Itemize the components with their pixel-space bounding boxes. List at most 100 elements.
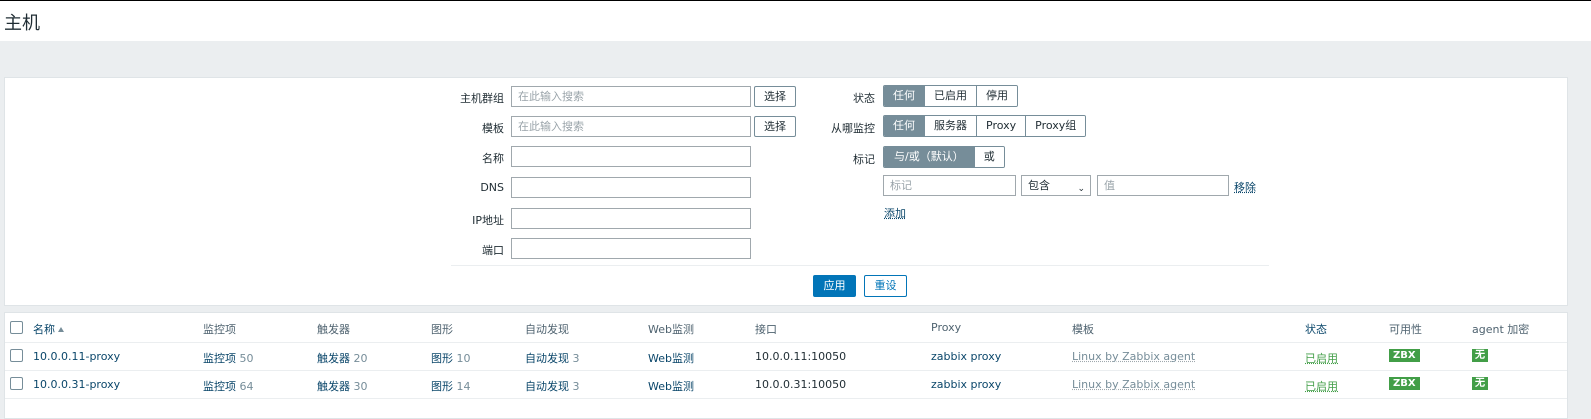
tag-remove-link[interactable]: 移除 — [1234, 179, 1256, 195]
web-link[interactable]: Web监测 — [648, 350, 694, 366]
page-title: 主机 — [4, 13, 40, 34]
filter-panel: 主机群组 在此输入搜索 选择 模板 在此输入搜索 选择 名称 DNS IP地址 … — [4, 77, 1568, 306]
templates-placeholder: 在此输入搜索 — [518, 120, 584, 133]
dns-label: DNS — [480, 181, 504, 194]
header-divider — [5, 342, 1567, 343]
zbx-availability-badge: ZBX — [1389, 377, 1420, 390]
header-name-label: 名称 — [33, 323, 55, 336]
ip-label: IP地址 — [472, 214, 504, 227]
tag-value-input[interactable]: 值 — [1097, 175, 1229, 196]
name-input[interactable] — [511, 146, 751, 167]
tags-label: 标记 — [853, 153, 875, 166]
template-link[interactable]: Linux by Zabbix agent — [1072, 378, 1195, 391]
monitored-by-option-any[interactable]: 任何 — [884, 116, 924, 136]
status-label: 状态 — [853, 92, 875, 105]
tag-name-input[interactable]: 标记 — [883, 175, 1016, 196]
header-status[interactable]: 状态 — [1305, 321, 1327, 337]
interface-value: 10.0.0.31:10050 — [755, 378, 847, 391]
filter-divider — [451, 265, 1269, 266]
status-toggle-link[interactable]: 已启用 — [1305, 350, 1338, 366]
row-divider — [5, 370, 1567, 371]
graphs-count: 14 — [456, 380, 471, 393]
items-link[interactable]: 监控项 64 — [203, 378, 254, 394]
header-name[interactable]: 名称 — [33, 321, 64, 337]
encryption-badge: 无 — [1472, 377, 1488, 390]
status-segmented-control: 任何 已启用 停用 — [883, 85, 1018, 107]
monitored-by-option-server[interactable]: 服务器 — [924, 116, 976, 136]
zbx-availability-badge: ZBX — [1389, 349, 1420, 362]
triggers-count: 20 — [353, 352, 368, 365]
host-groups-placeholder: 在此输入搜索 — [518, 90, 584, 103]
proxy-link[interactable]: zabbix proxy — [931, 350, 1001, 363]
apply-button[interactable]: 应用 — [813, 275, 856, 297]
discovery-count: 3 — [572, 380, 580, 393]
templates-select-button[interactable]: 选择 — [754, 116, 796, 137]
graphs-link-label: 图形 — [431, 380, 453, 393]
graphs-link[interactable]: 图形 10 — [431, 350, 471, 366]
templates-label: 模板 — [482, 122, 504, 135]
tag-operator-value: 包含 — [1028, 179, 1050, 192]
status-toggle-link[interactable]: 已启用 — [1305, 378, 1338, 394]
triggers-link-label: 触发器 — [317, 380, 350, 393]
triggers-count: 30 — [353, 380, 368, 393]
header-web: Web监测 — [648, 323, 694, 336]
select-all-checkbox[interactable] — [10, 321, 23, 334]
hosts-table: 名称 监控项 触发器 图形 自动发现 Web监测 接口 Proxy 模板 状态 … — [4, 312, 1568, 419]
proxy-link[interactable]: zabbix proxy — [931, 378, 1001, 391]
page-header: 主机 — [0, 1, 1591, 41]
port-label: 端口 — [482, 244, 504, 257]
monitored-by-option-proxy[interactable]: Proxy — [976, 116, 1026, 136]
header-graphs: 图形 — [431, 323, 453, 336]
discovery-link[interactable]: 自动发现 3 — [525, 378, 580, 394]
discovery-link[interactable]: 自动发现 3 — [525, 350, 580, 366]
interface-value: 10.0.0.11:10050 — [755, 350, 847, 363]
row-checkbox[interactable] — [10, 377, 23, 390]
items-link-label: 监控项 — [203, 380, 236, 393]
host-groups-select-button[interactable]: 选择 — [754, 86, 796, 107]
row-divider — [5, 398, 1567, 399]
header-items: 监控项 — [203, 323, 236, 336]
tag-add-link[interactable]: 添加 — [884, 205, 906, 221]
status-option-disabled[interactable]: 停用 — [976, 86, 1017, 106]
tags-option-or[interactable]: 或 — [973, 147, 1004, 167]
header-availability: 可用性 — [1389, 323, 1422, 336]
host-groups-input[interactable]: 在此输入搜索 — [511, 86, 751, 107]
host-name-link[interactable]: 10.0.0.31-proxy — [33, 378, 120, 391]
discovery-link-label: 自动发现 — [525, 380, 569, 393]
web-link[interactable]: Web监测 — [648, 378, 694, 394]
sort-asc-icon — [58, 327, 64, 332]
header-triggers: 触发器 — [317, 323, 350, 336]
items-link-label: 监控项 — [203, 352, 236, 365]
tag-value-placeholder: 值 — [1104, 179, 1115, 192]
graphs-count: 10 — [456, 352, 471, 365]
triggers-link[interactable]: 触发器 30 — [317, 378, 368, 394]
template-link[interactable]: Linux by Zabbix agent — [1072, 350, 1195, 363]
encryption-badge: 无 — [1472, 349, 1488, 362]
discovery-link-label: 自动发现 — [525, 352, 569, 365]
host-name-link[interactable]: 10.0.0.11-proxy — [33, 350, 120, 363]
graphs-link[interactable]: 图形 14 — [431, 378, 471, 394]
monitored-by-option-proxy-group[interactable]: Proxy组 — [1025, 116, 1086, 136]
items-count: 64 — [239, 380, 254, 393]
header-templates: 模板 — [1072, 323, 1094, 336]
port-input[interactable] — [511, 238, 751, 259]
tag-operator-select[interactable]: 包含 ⌄ — [1021, 175, 1091, 196]
ip-input[interactable] — [511, 208, 751, 229]
name-label: 名称 — [482, 152, 504, 165]
tags-option-and-or[interactable]: 与/或（默认） — [884, 147, 974, 167]
graphs-link-label: 图形 — [431, 352, 453, 365]
monitored-by-segmented-control: 任何 服务器 Proxy Proxy组 — [883, 115, 1087, 137]
triggers-link-label: 触发器 — [317, 352, 350, 365]
items-link[interactable]: 监控项 50 — [203, 350, 254, 366]
status-option-any[interactable]: 任何 — [884, 86, 924, 106]
status-option-enabled[interactable]: 已启用 — [924, 86, 976, 106]
templates-input[interactable]: 在此输入搜索 — [511, 116, 751, 137]
header-interface: 接口 — [755, 323, 777, 336]
dns-input[interactable] — [511, 177, 751, 198]
row-checkbox[interactable] — [10, 349, 23, 362]
reset-button[interactable]: 重设 — [864, 275, 907, 297]
chevron-down-icon: ⌄ — [1077, 184, 1085, 194]
header-discovery: 自动发现 — [525, 323, 569, 336]
tags-evaltype-segmented-control: 与/或（默认） 或 — [883, 146, 1005, 168]
triggers-link[interactable]: 触发器 20 — [317, 350, 368, 366]
